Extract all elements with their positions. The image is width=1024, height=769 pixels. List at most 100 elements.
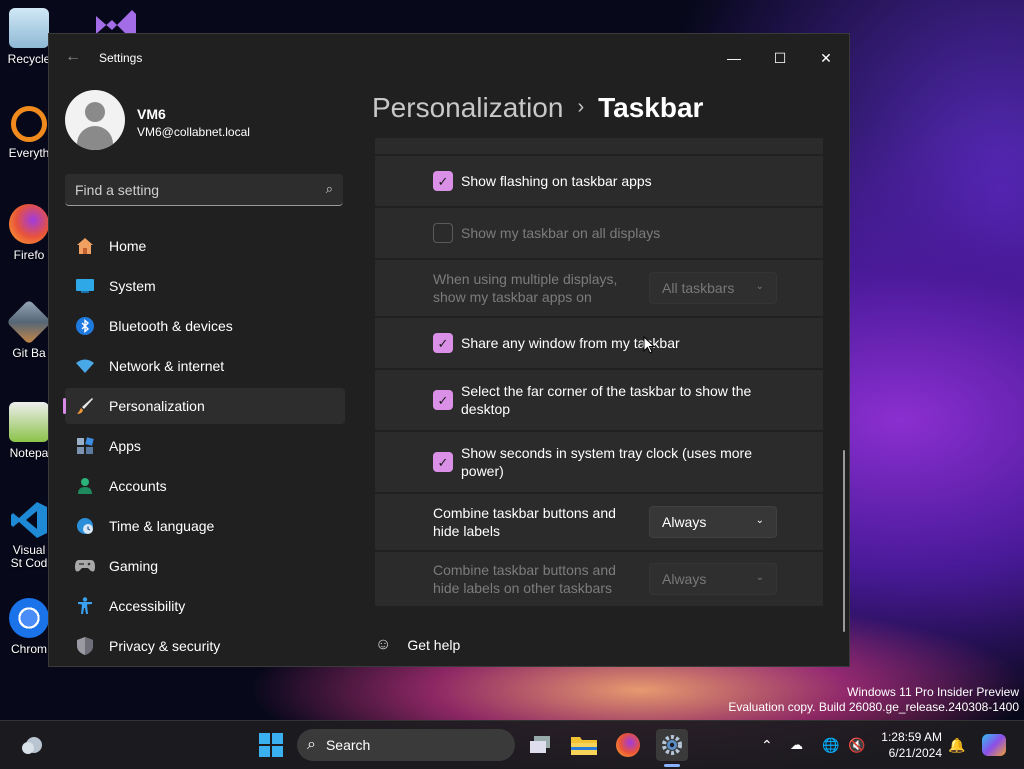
avatar — [65, 90, 125, 150]
sidebar-item-bluetooth[interactable]: Bluetooth & devices — [65, 308, 345, 344]
setting-combine-buttons[interactable]: Combine taskbar buttons and hide labels … — [375, 494, 823, 550]
user-email: VM6@collabnet.local — [137, 125, 250, 139]
brush-icon — [75, 396, 95, 416]
weather-icon[interactable] — [16, 729, 48, 761]
desktop-icon-label: Git Ba — [12, 346, 46, 360]
all-displays-checkbox — [433, 223, 453, 243]
desktop-icon-everything[interactable]: Everyth — [6, 106, 52, 160]
onedrive-icon[interactable]: ☁ — [790, 737, 803, 753]
search-input[interactable] — [65, 174, 317, 206]
desktop-icon-notepad[interactable]: Notepa — [6, 402, 52, 460]
sidebar-item-label: Personalization — [109, 398, 205, 414]
sidebar-item-label: Accessibility — [109, 598, 186, 614]
settings-list[interactable]: ✓ Show flashing on taskbar apps Show my … — [375, 138, 823, 606]
system-icon — [75, 276, 95, 296]
title-bar[interactable]: ← Settings — ☐ ✕ — [49, 34, 849, 82]
setting-label-line: Select the far corner of the taskbar to … — [461, 383, 752, 399]
bluetooth-icon — [75, 316, 95, 336]
setting-label: Show seconds in system tray clock (uses … — [461, 444, 752, 480]
show-flashing-checkbox[interactable]: ✓ — [433, 171, 453, 191]
chevron-up-icon[interactable]: ⌃ — [761, 737, 773, 754]
search-box[interactable]: ⌕ — [65, 174, 343, 206]
desktop-icon-vscode[interactable]: Visual St Cod — [6, 500, 52, 570]
watermark-line: Evaluation copy. Build 26080.ge_release.… — [728, 700, 1019, 714]
setting-label: When using multiple displays, show my ta… — [433, 270, 617, 306]
desktop-icon-label: Visual St Cod — [10, 544, 48, 570]
setting-far-corner[interactable]: ✓ Select the far corner of the taskbar t… — [375, 370, 823, 430]
close-button[interactable]: ✕ — [803, 42, 849, 74]
setting-multi-display: When using multiple displays, show my ta… — [375, 260, 823, 316]
sidebar-item-gaming[interactable]: Gaming — [65, 548, 345, 584]
sidebar-item-accessibility[interactable]: Accessibility — [65, 588, 345, 624]
sidebar-item-label: Apps — [109, 438, 141, 454]
setting-label-line: show my taskbar apps on — [433, 289, 592, 305]
sidebar-item-network[interactable]: Network & internet — [65, 348, 345, 384]
setting-label: Show my taskbar on all displays — [461, 225, 661, 241]
sidebar-item-apps[interactable]: Apps — [65, 428, 345, 464]
chevron-down-icon: ⌄ — [755, 281, 764, 292]
sidebar-item-home[interactable]: Home — [65, 228, 345, 264]
minimize-button[interactable]: — — [711, 42, 757, 74]
notification-bell-icon[interactable]: 🔔 — [948, 737, 965, 754]
apps-icon — [75, 436, 95, 456]
dropdown-value: Always — [662, 571, 707, 587]
dropdown-value: Always — [662, 514, 707, 530]
setting-combine-other: Combine taskbar buttons and hide labels … — [375, 552, 823, 606]
breadcrumb-parent[interactable]: Personalization — [372, 92, 563, 123]
desktop-icon-firefox[interactable]: Firefo — [6, 204, 52, 262]
gamepad-icon — [75, 556, 95, 576]
firefox-taskbar-icon[interactable] — [612, 729, 644, 761]
sidebar-item-accounts[interactable]: Accounts — [65, 468, 345, 504]
show-seconds-checkbox[interactable]: ✓ — [433, 452, 453, 472]
setting-show-flashing[interactable]: ✓ Show flashing on taskbar apps — [375, 156, 823, 206]
setting-show-seconds[interactable]: ✓ Show seconds in system tray clock (use… — [375, 432, 823, 492]
search-icon[interactable]: ⌕ — [326, 181, 333, 197]
desktop-icon-label: Chrom — [10, 642, 47, 656]
scrollbar[interactable] — [843, 450, 845, 632]
sidebar-nav: Home System Bluetooth & devices Network … — [63, 228, 345, 666]
firefox-icon — [9, 204, 49, 244]
taskbar-search[interactable]: ⌕ Search — [297, 729, 515, 761]
setting-label: Combine taskbar buttons and hide labels … — [433, 561, 616, 597]
sidebar-item-label: Accounts — [109, 478, 167, 494]
sidebar-item-privacy[interactable]: Privacy & security — [65, 628, 345, 664]
setting-share-window[interactable]: ✓ Share any window from my taskbar — [375, 318, 823, 368]
desktop-icon-chrome[interactable]: Chrom — [6, 598, 52, 656]
combine-buttons-dropdown[interactable]: Always ⌄ — [649, 506, 777, 538]
far-corner-checkbox[interactable]: ✓ — [433, 390, 453, 410]
sidebar-item-label: Home — [109, 238, 147, 254]
shield-icon — [75, 636, 95, 656]
home-icon — [75, 236, 95, 256]
sidebar-item-label: System — [109, 278, 156, 294]
desktop-icon-git-bash[interactable]: Git Ba — [6, 299, 52, 360]
maximize-button[interactable]: ☐ — [757, 42, 803, 74]
back-arrow-icon[interactable]: ← — [65, 48, 81, 66]
system-clock[interactable]: 1:28:59 AM 6/21/2024 — [872, 729, 942, 761]
share-window-checkbox[interactable]: ✓ — [433, 333, 453, 353]
task-view-icon[interactable] — [524, 729, 556, 761]
user-icon — [85, 102, 105, 122]
sidebar-item-label: Network & internet — [109, 358, 225, 374]
sidebar-item-time-language[interactable]: Time & language — [65, 508, 345, 544]
desktop-icon-label: Recycle — [7, 52, 51, 66]
user-name: VM6 — [137, 106, 166, 122]
get-help-link[interactable]: ☺ Get help — [375, 636, 460, 654]
network-icon[interactable]: 🌐 — [822, 737, 839, 754]
setting-label-line: Show seconds in system tray clock (uses … — [461, 445, 752, 461]
volume-muted-icon[interactable]: 🔇 — [848, 737, 865, 754]
file-explorer-icon[interactable] — [568, 729, 600, 761]
get-help-label: Get help — [407, 637, 461, 653]
combine-other-dropdown: Always ⌄ — [649, 563, 777, 595]
desktop-icon-recycle-bin[interactable]: Recycle — [6, 8, 52, 66]
sidebar-item-personalization[interactable]: Personalization — [63, 388, 345, 424]
window-title: Settings — [99, 51, 143, 65]
recycle-bin-icon — [9, 8, 49, 48]
desktop-icon-label: Notepa — [9, 446, 49, 460]
setting-label-line: hide labels on other taskbars — [433, 580, 612, 596]
copilot-icon[interactable] — [978, 729, 1010, 761]
start-button[interactable] — [255, 729, 287, 761]
sidebar-item-system[interactable]: System — [65, 268, 345, 304]
setting-label: Select the far corner of the taskbar to … — [461, 382, 751, 418]
settings-taskbar-icon[interactable] — [656, 729, 688, 761]
setting-label-line: power) — [461, 463, 504, 479]
